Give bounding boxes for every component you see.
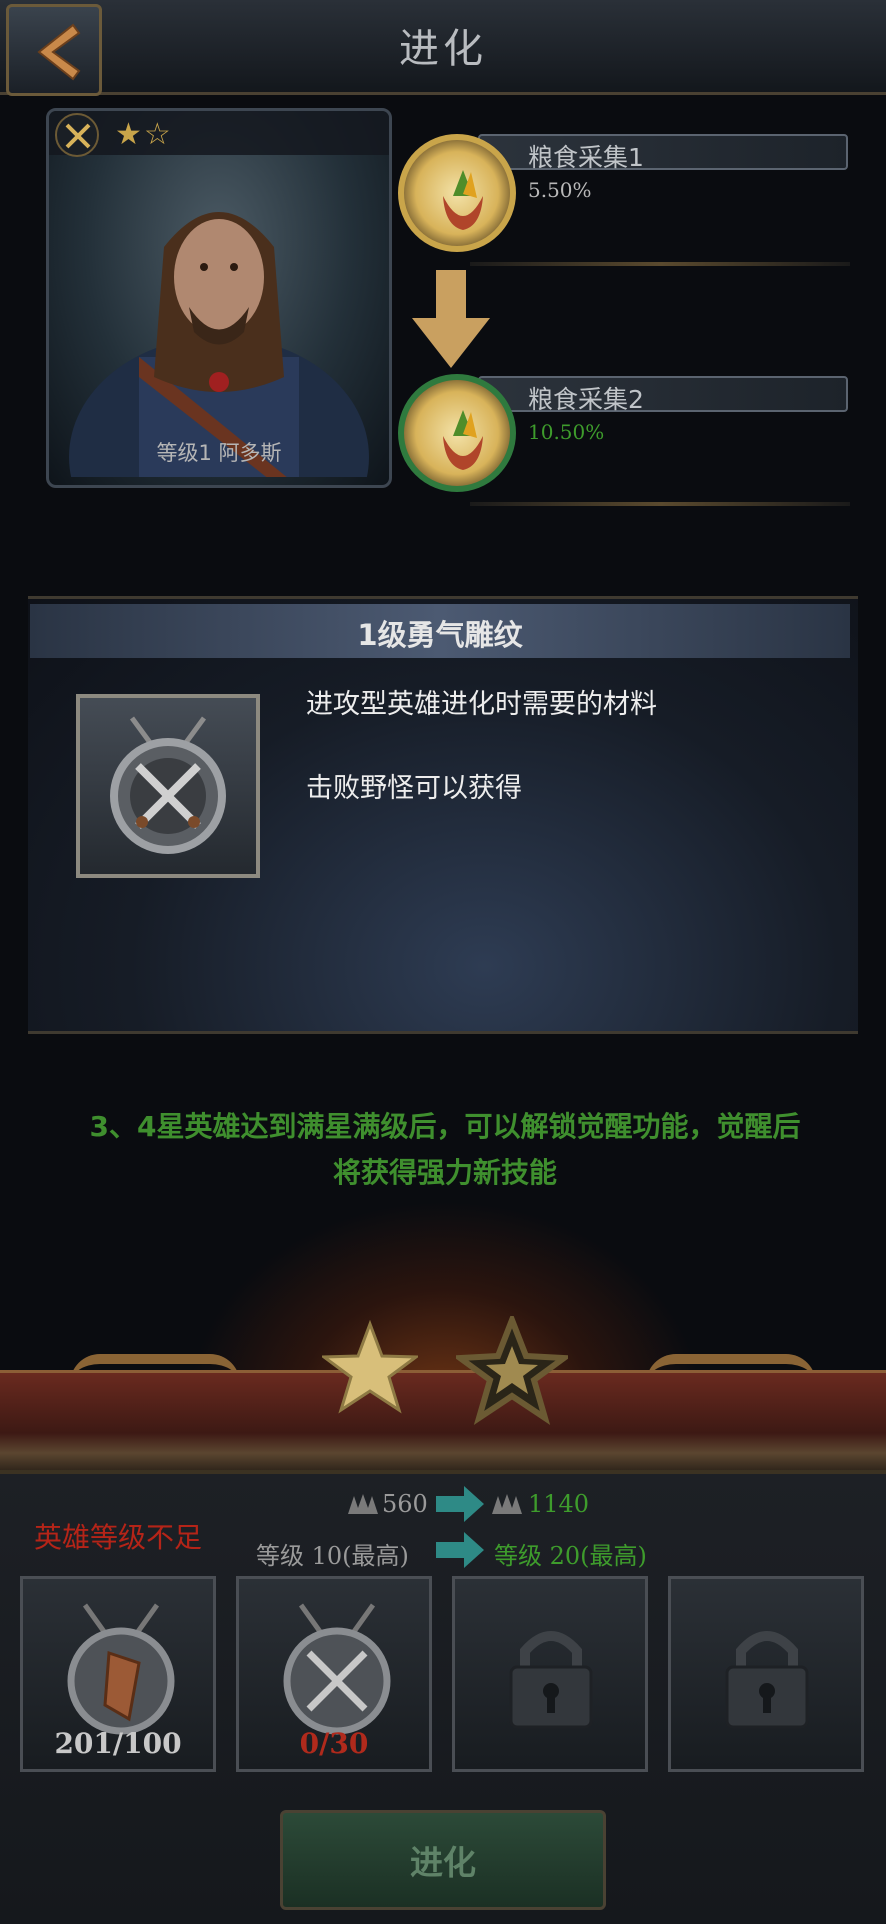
grain-sack-icon [443,410,483,470]
hero-stars: ★☆ [115,117,173,152]
evolve-button-label: 进化 [410,1843,476,1882]
level-warning: 英雄等级不足 [34,1521,203,1554]
next-skill-name: 粮食采集2 [528,385,644,414]
slot-count: 0/30 [299,1727,369,1760]
wooden-emblem-icon [67,1603,175,1735]
lock-icon [725,1631,809,1729]
hero-portrait [69,212,369,477]
lock-icon [509,1631,593,1729]
arrow-right-icon [436,1486,484,1522]
arrow-down-icon [412,270,490,368]
material-slot-2[interactable]: 0/30 [236,1576,432,1772]
awakening-tip: 3、4星英雄达到满星满级后，可以解锁觉醒功能，觉醒后 将获得强力新技能 [30,1104,860,1196]
next-skill-percent: 10.50% [528,420,605,444]
tip-line-1: 3、4星英雄达到满星满级后，可以解锁觉醒功能，觉醒后 [89,1110,801,1143]
material-item-frame[interactable] [76,694,260,878]
hero-topbar [49,111,389,155]
arrow-right-icon [436,1532,484,1568]
star-outline-icon [456,1316,568,1426]
power-icon [348,1494,378,1514]
material-slot-1[interactable]: 201/100 [20,1576,216,1772]
hero-level-name: 等级1 阿多斯 [156,441,282,465]
level-current: 等级 10(最高) [256,1542,409,1570]
crossed-swords-class-icon [55,113,99,157]
level-next: 等级 20(最高) [494,1542,647,1570]
courage-emblem-icon [283,1603,391,1735]
hero-card[interactable]: ★☆ 等级1 阿多斯 [46,108,392,488]
power-next: 1140 [528,1490,590,1518]
material-title: 1级勇气雕纹 [357,618,523,652]
material-slot-locked-3[interactable] [452,1576,648,1772]
next-skill-icon[interactable] [398,374,516,492]
slot-count: 201/100 [54,1727,182,1760]
grain-sack-icon [443,170,483,230]
divider [470,502,850,506]
page-title: 进化 [399,26,487,72]
current-skill-percent: 5.50% [528,178,592,202]
tip-line-2: 将获得强力新技能 [332,1156,557,1189]
courage-emblem-icon [110,716,226,854]
power-icon [492,1494,522,1514]
divider [470,262,850,266]
material-slot-locked-4[interactable] [668,1576,864,1772]
current-skill-icon[interactable] [398,134,516,252]
star-banner [0,1370,886,1473]
material-description: 进攻型英雄进化时需要的材料 [306,689,657,720]
star-icon [322,1320,418,1414]
power-current: 560 [382,1490,428,1518]
current-skill-name: 粮食采集1 [528,143,644,172]
material-source: 击败野怪可以获得 [306,773,522,804]
